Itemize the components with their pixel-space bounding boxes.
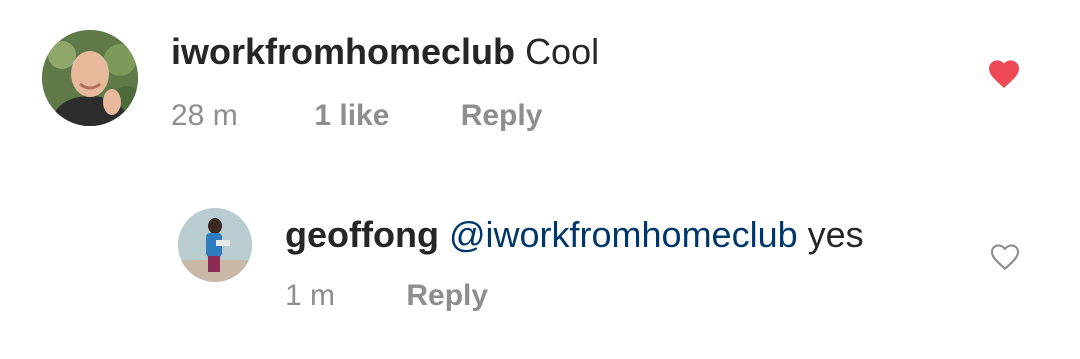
avatar[interactable] <box>178 208 252 282</box>
reply-button[interactable]: Reply <box>406 278 488 314</box>
comment-username[interactable]: iworkfromhomeclub <box>171 31 515 72</box>
comments-panel: iworkfromhomeclub Cool 28 m 1 like Reply <box>0 0 1080 359</box>
comment-text-line: iworkfromhomeclub Cool <box>171 32 599 72</box>
comment-body: yes <box>807 214 864 255</box>
heart-outline-icon[interactable] <box>988 240 1022 272</box>
avatar[interactable] <box>42 30 138 126</box>
comment-timestamp: 28 m <box>171 99 238 132</box>
comment-meta: 1 m Reply <box>285 278 488 314</box>
comment-item: iworkfromhomeclub Cool 28 m 1 like Reply <box>0 0 1080 170</box>
reply-comment-item: geoffong @iworkfromhomeclub yes 1 m Repl… <box>0 180 1080 359</box>
reply-button[interactable]: Reply <box>461 98 543 134</box>
comment-timestamp: 1 m <box>285 279 336 312</box>
comment-text-line: geoffong @iworkfromhomeclub yes <box>285 215 864 255</box>
comment-likes-count[interactable]: 1 like <box>314 98 452 134</box>
comment-meta: 28 m 1 like Reply <box>171 98 542 134</box>
comment-mention[interactable]: @iworkfromhomeclub <box>449 214 798 255</box>
heart-filled-icon[interactable] <box>986 56 1022 90</box>
avatar-photo <box>42 30 138 126</box>
avatar-photo <box>178 208 252 282</box>
comment-body: Cool <box>525 31 600 72</box>
comment-username[interactable]: geoffong <box>285 214 439 255</box>
